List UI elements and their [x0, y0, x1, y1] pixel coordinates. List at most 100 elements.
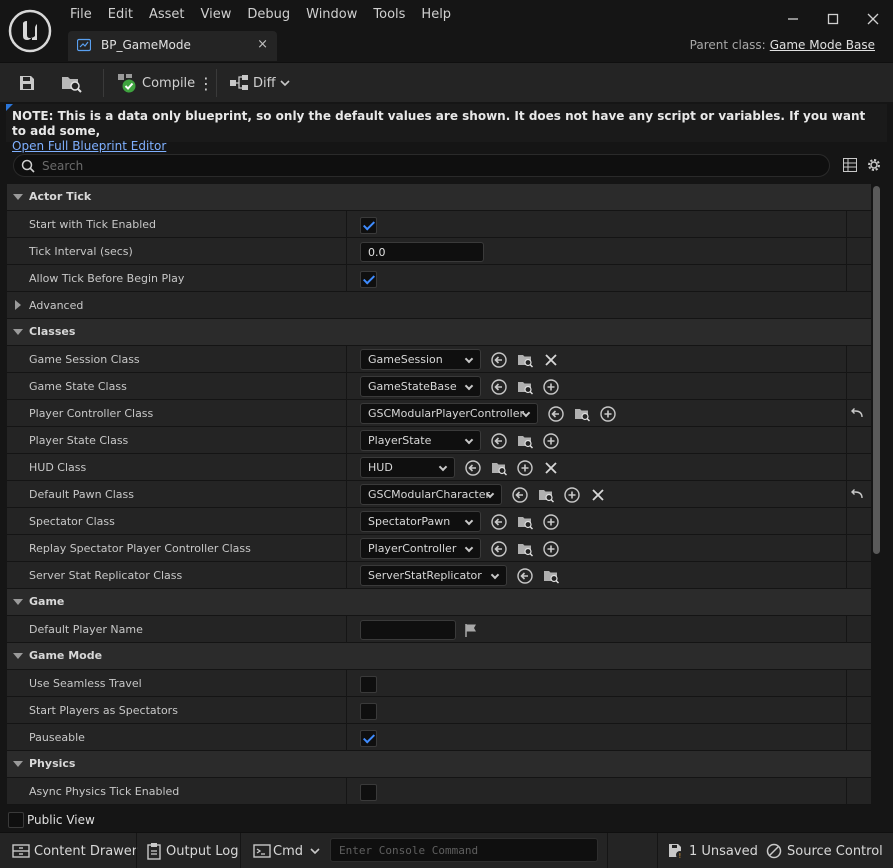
use-selected-icon[interactable] [491, 540, 507, 557]
add-icon[interactable] [543, 378, 559, 395]
menu-asset[interactable]: Asset [141, 0, 193, 28]
reset-to-default-icon[interactable] [850, 488, 864, 500]
class-dropdown[interactable]: PlayerController [360, 538, 481, 559]
property-label: Default Pawn Class [29, 488, 134, 501]
advanced-group[interactable]: Advanced [7, 292, 871, 319]
class-dropdown[interactable]: GSCModularCharacter [360, 484, 502, 505]
browse-folder-icon[interactable] [491, 460, 507, 476]
category-physics[interactable]: Physics [7, 751, 871, 778]
seamless-travel-checkbox[interactable] [360, 675, 377, 693]
flag-icon[interactable] [463, 622, 479, 638]
default-player-name-field[interactable] [360, 619, 456, 640]
browse-folder-icon[interactable] [517, 541, 533, 557]
console-command-input[interactable] [331, 839, 597, 862]
table-view-icon[interactable] [843, 158, 857, 172]
save-button[interactable] [17, 69, 37, 97]
use-selected-icon[interactable] [491, 432, 507, 449]
property-row: Start with Tick Enabled [7, 211, 871, 238]
column-divider [346, 238, 347, 265]
menu-bar: File Edit Asset View Debug Window Tools … [62, 0, 459, 28]
use-selected-icon[interactable] [491, 351, 507, 368]
class-dropdown[interactable]: GameSession [360, 349, 481, 370]
clear-icon[interactable] [543, 352, 559, 368]
category-game-mode[interactable]: Game Mode [7, 643, 871, 670]
start-as-spectators-checkbox[interactable] [360, 702, 377, 720]
menu-edit[interactable]: Edit [100, 0, 141, 28]
use-selected-icon[interactable] [548, 405, 564, 422]
close-window-button[interactable] [853, 0, 893, 38]
class-dropdown[interactable]: HUD [360, 457, 455, 478]
browse-folder-icon[interactable] [574, 406, 590, 422]
pauseable-checkbox[interactable] [360, 729, 377, 747]
unreal-logo-icon[interactable] [8, 9, 52, 53]
content-drawer-button[interactable]: Content Drawer [12, 833, 137, 868]
use-selected-icon[interactable] [491, 378, 507, 395]
parent-class-link[interactable]: Game Mode Base [770, 38, 875, 52]
column-divider [346, 508, 347, 535]
property-row: HUD Class HUD [7, 454, 871, 481]
menu-tools[interactable]: Tools [365, 0, 413, 28]
property-row: Game State Class GameStateBase [7, 373, 871, 400]
window-controls [773, 0, 893, 38]
category-actor-tick[interactable]: Actor Tick [7, 184, 871, 211]
browse-folder-icon[interactable] [538, 487, 554, 503]
use-selected-icon[interactable] [512, 486, 528, 503]
class-dropdown[interactable]: ServerStatReplicator [360, 565, 507, 586]
open-full-editor-link[interactable]: Open Full Blueprint Editor [12, 139, 166, 153]
add-icon[interactable] [543, 432, 559, 449]
browse-button[interactable] [60, 69, 84, 97]
details-scrollbar[interactable] [873, 186, 880, 554]
browse-folder-icon[interactable] [517, 433, 533, 449]
add-icon[interactable] [543, 513, 559, 530]
column-divider [346, 454, 347, 481]
document-tab[interactable]: BP_GameMode × [68, 31, 277, 61]
browse-folder-icon[interactable] [517, 514, 533, 530]
async-physics-tick-checkbox[interactable] [360, 783, 377, 801]
compile-button[interactable]: Compile [116, 69, 195, 97]
svg-text:!: ! [679, 852, 682, 860]
menu-file[interactable]: File [62, 0, 100, 28]
tab-close-icon[interactable]: × [257, 37, 268, 52]
search-input[interactable] [42, 157, 802, 174]
output-log-button[interactable]: Output Log [146, 833, 239, 868]
class-dropdown[interactable]: GSCModularPlayerController [360, 403, 538, 424]
browse-folder-icon[interactable] [543, 568, 559, 584]
allow-tick-checkbox[interactable] [360, 270, 377, 288]
minimize-button[interactable] [773, 0, 813, 38]
use-selected-icon[interactable] [465, 459, 481, 476]
menu-help[interactable]: Help [413, 0, 459, 28]
maximize-button[interactable] [813, 0, 853, 38]
diff-button[interactable]: Diff [229, 69, 291, 97]
reset-to-default-icon[interactable] [850, 407, 864, 419]
category-classes[interactable]: Classes [7, 319, 871, 346]
clear-icon[interactable] [590, 487, 606, 503]
source-control-button[interactable]: Source Control [766, 833, 883, 868]
browse-folder-icon[interactable] [517, 379, 533, 395]
cmd-dropdown[interactable]: Cmd [253, 833, 321, 868]
class-dropdown[interactable]: PlayerState [360, 430, 481, 451]
add-icon[interactable] [543, 540, 559, 557]
compile-options-button[interactable]: ⋮ [198, 69, 214, 97]
start-with-tick-checkbox[interactable] [360, 216, 377, 234]
add-icon[interactable] [517, 459, 533, 476]
add-icon[interactable] [564, 486, 580, 503]
tick-interval-field[interactable]: 0.0 [360, 241, 484, 262]
column-divider [846, 508, 847, 535]
class-dropdown[interactable]: GameStateBase [360, 376, 481, 397]
menu-debug[interactable]: Debug [239, 0, 298, 28]
clear-icon[interactable] [543, 460, 559, 476]
public-view-checkbox[interactable] [8, 812, 24, 828]
content-drawer-icon [12, 844, 30, 858]
property-label: Async Physics Tick Enabled [29, 785, 180, 798]
use-selected-icon[interactable] [517, 567, 533, 584]
column-divider [346, 535, 347, 562]
browse-folder-icon[interactable] [517, 352, 533, 368]
gear-icon[interactable] [866, 157, 882, 173]
menu-view[interactable]: View [193, 0, 240, 28]
use-selected-icon[interactable] [491, 513, 507, 530]
add-icon[interactable] [600, 405, 616, 422]
unsaved-button[interactable]: ! 1 Unsaved [667, 833, 758, 868]
category-game[interactable]: Game [7, 589, 871, 616]
menu-window[interactable]: Window [298, 0, 365, 28]
class-dropdown[interactable]: SpectatorPawn [360, 511, 481, 532]
